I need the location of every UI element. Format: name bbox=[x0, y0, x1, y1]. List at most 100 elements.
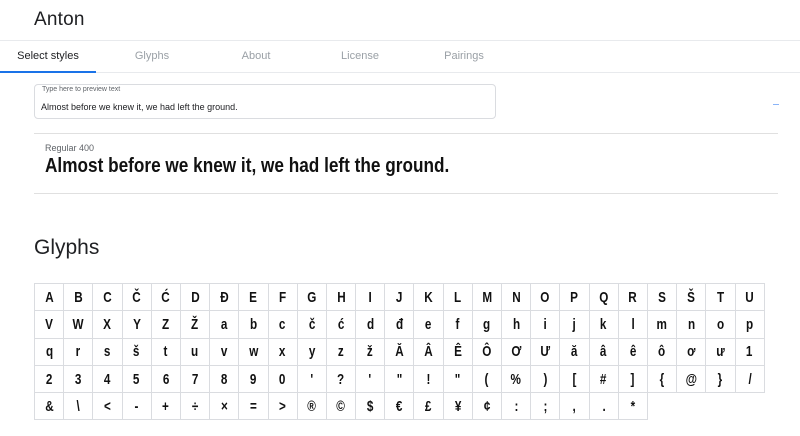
glyph-cell[interactable]: k bbox=[589, 311, 619, 339]
glyph-cell[interactable]: ư bbox=[706, 338, 736, 366]
glyph-cell[interactable]: Ă bbox=[385, 338, 415, 366]
glyph-cell[interactable]: v bbox=[210, 338, 240, 366]
glyph-cell[interactable]: Č bbox=[122, 284, 152, 312]
glyph-cell[interactable]: h bbox=[502, 311, 532, 339]
glyph-cell[interactable]: e bbox=[414, 311, 444, 339]
glyph-cell[interactable]: " bbox=[385, 365, 415, 394]
glyph-cell[interactable]: . bbox=[589, 393, 619, 421]
glyph-cell[interactable]: t bbox=[151, 338, 181, 366]
glyph-cell[interactable]: m bbox=[647, 311, 678, 339]
glyph-cell[interactable]: / bbox=[735, 365, 765, 394]
glyph-cell[interactable]: b bbox=[239, 311, 269, 339]
glyph-cell[interactable]: > bbox=[268, 393, 298, 421]
glyph-cell[interactable]: U bbox=[735, 284, 765, 312]
glyph-cell[interactable]: đ bbox=[385, 311, 415, 339]
glyph-cell[interactable]: š bbox=[122, 338, 152, 366]
glyph-cell[interactable]: } bbox=[706, 365, 736, 394]
glyph-cell[interactable]: W bbox=[64, 311, 94, 339]
tab-about[interactable]: About bbox=[208, 41, 304, 72]
glyph-cell[interactable]: J bbox=[385, 284, 415, 312]
glyph-cell[interactable]: Z bbox=[151, 311, 181, 339]
glyph-cell[interactable]: a bbox=[210, 311, 240, 339]
glyph-cell[interactable]: 0 bbox=[268, 365, 298, 394]
glyph-cell[interactable]: ] bbox=[618, 365, 648, 394]
glyph-cell[interactable]: D bbox=[180, 284, 211, 312]
glyph-cell[interactable]: ¥ bbox=[443, 393, 473, 421]
glyph-cell[interactable]: s bbox=[93, 338, 123, 366]
glyph-cell[interactable]: € bbox=[385, 393, 415, 421]
glyph-cell[interactable]: $ bbox=[356, 393, 386, 421]
glyph-cell[interactable]: N bbox=[502, 284, 532, 312]
glyph-cell[interactable]: č bbox=[297, 311, 327, 339]
tab-select-styles[interactable]: Select styles bbox=[0, 41, 96, 73]
glyph-cell[interactable]: Ê bbox=[443, 338, 473, 366]
tab-pairings[interactable]: Pairings bbox=[416, 41, 512, 72]
glyph-cell[interactable]: A bbox=[35, 284, 65, 312]
glyph-cell[interactable]: ? bbox=[326, 365, 357, 394]
glyph-cell[interactable]: ć bbox=[326, 311, 357, 339]
glyph-cell[interactable]: P bbox=[560, 284, 590, 312]
glyph-cell[interactable]: + bbox=[151, 393, 181, 421]
glyph-cell[interactable]: 8 bbox=[210, 365, 240, 394]
tab-glyphs[interactable]: Glyphs bbox=[104, 41, 200, 72]
glyph-cell[interactable]: 7 bbox=[180, 365, 211, 394]
glyph-cell[interactable]: E bbox=[239, 284, 269, 312]
glyph-cell[interactable]: * bbox=[618, 393, 648, 421]
glyph-cell[interactable]: Â bbox=[414, 338, 444, 366]
glyph-cell[interactable]: " bbox=[443, 365, 473, 394]
glyph-cell[interactable]: d bbox=[356, 311, 386, 339]
glyph-cell[interactable]: Ć bbox=[151, 284, 181, 312]
glyph-cell[interactable]: T bbox=[706, 284, 736, 312]
glyph-cell[interactable]: ( bbox=[472, 365, 502, 394]
glyph-cell[interactable]: Q bbox=[589, 284, 619, 312]
tab-license[interactable]: License bbox=[312, 41, 408, 72]
glyph-cell[interactable]: ® bbox=[297, 393, 327, 421]
glyph-cell[interactable]: V bbox=[35, 311, 65, 339]
glyph-cell[interactable]: S bbox=[647, 284, 678, 312]
glyph-cell[interactable]: q bbox=[35, 338, 65, 366]
glyph-cell[interactable]: ă bbox=[560, 338, 590, 366]
glyph-cell[interactable]: I bbox=[356, 284, 386, 312]
glyph-cell[interactable]: = bbox=[239, 393, 269, 421]
glyph-cell[interactable]: X bbox=[93, 311, 123, 339]
glyph-cell[interactable]: Ơ bbox=[502, 338, 532, 366]
glyph-cell[interactable]: 4 bbox=[93, 365, 123, 394]
style-sample-text[interactable]: Almost before we knew it, we had left th… bbox=[45, 155, 449, 178]
glyph-cell[interactable]: g bbox=[472, 311, 502, 339]
glyph-cell[interactable]: ô bbox=[647, 338, 678, 366]
glyph-cell[interactable]: z bbox=[326, 338, 357, 366]
glyph-cell[interactable]: Ư bbox=[531, 338, 561, 366]
glyph-cell[interactable]: ơ bbox=[677, 338, 707, 366]
glyph-cell[interactable]: n bbox=[677, 311, 707, 339]
glyph-cell[interactable]: Y bbox=[122, 311, 152, 339]
glyph-cell[interactable]: R bbox=[618, 284, 648, 312]
glyph-cell[interactable]: u bbox=[180, 338, 211, 366]
glyph-cell[interactable]: 2 bbox=[35, 365, 65, 394]
glyph-cell[interactable]: ê bbox=[618, 338, 648, 366]
glyph-cell[interactable]: r bbox=[64, 338, 94, 366]
glyph-cell[interactable]: Ô bbox=[472, 338, 502, 366]
glyph-cell[interactable]: { bbox=[647, 365, 678, 394]
glyph-cell[interactable]: l bbox=[618, 311, 648, 339]
glyph-cell[interactable]: ) bbox=[531, 365, 561, 394]
glyph-cell[interactable]: H bbox=[326, 284, 357, 312]
glyph-cell[interactable]: # bbox=[589, 365, 619, 394]
glyph-cell[interactable]: 6 bbox=[151, 365, 181, 394]
glyph-cell[interactable]: F bbox=[268, 284, 298, 312]
glyph-cell[interactable]: O bbox=[531, 284, 561, 312]
glyph-cell[interactable]: % bbox=[502, 365, 532, 394]
glyph-cell[interactable]: K bbox=[414, 284, 444, 312]
glyph-cell[interactable]: G bbox=[297, 284, 327, 312]
glyph-cell[interactable]: × bbox=[210, 393, 240, 421]
glyph-cell[interactable]: L bbox=[443, 284, 473, 312]
glyph-cell[interactable]: i bbox=[531, 311, 561, 339]
glyph-cell[interactable]: p bbox=[735, 311, 765, 339]
preview-text-input[interactable] bbox=[41, 99, 481, 114]
glyph-cell[interactable]: y bbox=[297, 338, 327, 366]
glyph-cell[interactable]: 1 bbox=[735, 338, 765, 366]
preview-text-field[interactable]: Type here to preview text bbox=[34, 84, 496, 119]
glyph-cell[interactable]: 9 bbox=[239, 365, 269, 394]
glyph-cell[interactable]: - bbox=[122, 393, 152, 421]
glyph-cell[interactable]: Đ bbox=[210, 284, 240, 312]
glyph-cell[interactable]: 3 bbox=[64, 365, 94, 394]
